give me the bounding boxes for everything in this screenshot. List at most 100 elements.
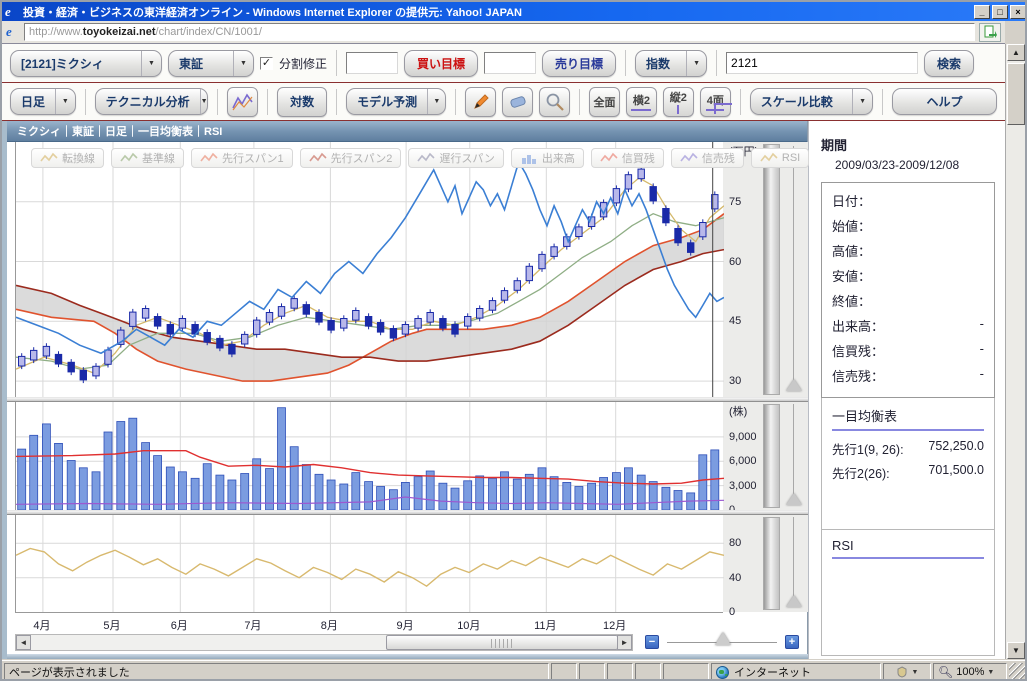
split-adjust-checkbox[interactable]: ✓ <box>260 57 273 70</box>
split-horizontal-button[interactable]: 横2 <box>626 87 657 117</box>
split-vertical-button[interactable]: 縦2 <box>663 87 694 117</box>
scroll-thumb[interactable] <box>386 635 618 650</box>
chevron-down-icon[interactable]: ▼ <box>912 669 919 676</box>
index-select[interactable]: 指数 ▼ <box>635 50 707 77</box>
axis-tick-label: 6,000 <box>729 455 757 467</box>
rsi-scale-scrollbar[interactable] <box>763 517 780 610</box>
ichimoku-row-value: 701,500.0 <box>928 463 984 487</box>
search-input[interactable] <box>726 52 918 74</box>
log-scale-button[interactable]: 対数 <box>277 87 327 117</box>
draw-pencil-button[interactable] <box>465 87 496 117</box>
title-bar: e 投資・経済・ビジネスの東洋経済オンライン - Windows Interne… <box>2 2 1027 21</box>
market-select[interactable]: 東証 ▼ <box>168 50 254 77</box>
toolbar-symbol: [2121]ミクシィ ▼ 東証 ▼ ✓ 分割修正 買い目標 売り目標 指数 ▼ … <box>2 44 1005 83</box>
eraser-button[interactable] <box>502 87 533 117</box>
sell-target-input[interactable] <box>484 52 536 74</box>
symbol-select-value: [2121]ミクシィ <box>11 51 141 76</box>
volume-scale-slider-track[interactable] <box>793 404 794 499</box>
rsi-scale-slider-track[interactable] <box>793 517 794 601</box>
rsi-chart-panel[interactable] <box>15 515 723 612</box>
chevron-down-icon[interactable]: ▼ <box>852 89 872 114</box>
technical-select[interactable]: テクニカル分析 ▼ <box>95 88 209 115</box>
zoom-slider-track[interactable] <box>667 642 777 643</box>
month-label: 10月 <box>452 617 486 633</box>
status-bar: ページが表示されました インターネット ▼ 🔍︎ 100% ▼ <box>2 660 1027 681</box>
kijun-line-icon <box>121 154 137 161</box>
panel-splitter[interactable] <box>7 397 808 402</box>
status-message: ページが表示されました <box>4 663 549 681</box>
legend-label: 先行スパン1 <box>222 150 284 166</box>
legend-senkou2-button[interactable]: 先行スパン2 <box>300 148 402 168</box>
scroll-track[interactable] <box>31 635 617 650</box>
chart-horizontal-scrollbar[interactable]: ◄ ► <box>15 634 633 651</box>
panel-splitter[interactable] <box>7 510 808 515</box>
legend-rsi-button[interactable]: RSI <box>751 148 809 168</box>
sell-target-button[interactable]: 売り目標 <box>542 50 616 77</box>
chevron-down-icon[interactable]: ▼ <box>141 51 161 76</box>
split-adjust-label: 分割修正 <box>279 55 327 72</box>
legend-margin-buy-button[interactable]: 信買残 <box>591 148 664 168</box>
price-chart-panel[interactable] <box>15 142 723 397</box>
price-scale-slider-handle[interactable] <box>786 379 802 391</box>
chevron-down-icon[interactable]: ▼ <box>233 51 253 76</box>
chevron-down-icon[interactable]: ▼ <box>686 51 706 76</box>
price-scale-slider-track[interactable] <box>793 146 794 386</box>
vertical-scroll-thumb[interactable] <box>1007 63 1025 125</box>
volume-scale-slider-handle[interactable] <box>786 493 802 505</box>
scroll-right-icon[interactable]: ► <box>617 635 632 650</box>
resize-grip[interactable] <box>1009 663 1027 681</box>
zoom-in-button[interactable]: + <box>785 635 799 649</box>
toolbar-divider <box>455 89 456 115</box>
go-button[interactable] <box>979 23 1001 42</box>
technical-select-value: テクニカル分析 <box>96 89 200 114</box>
line-chart-button[interactable] <box>227 87 258 117</box>
scroll-left-icon[interactable]: ◄ <box>16 635 31 650</box>
maximize-button[interactable]: □ <box>992 5 1008 19</box>
rsi-scale-slider-handle[interactable] <box>786 595 802 607</box>
axis-tick-label: 9,000 <box>729 431 757 443</box>
price-scale-scrollbar[interactable] <box>763 144 780 395</box>
zoom-level-pane[interactable]: 🔍︎ 100% ▼ <box>933 663 1007 681</box>
quad-layout-button[interactable]: 4面 <box>700 87 731 117</box>
zoom-tool-button[interactable] <box>539 87 570 117</box>
zoom-out-button[interactable]: − <box>645 635 659 649</box>
chevron-down-icon[interactable]: ▼ <box>427 89 445 114</box>
url-prefix: http://www. <box>29 26 83 38</box>
margin-buy-line-icon <box>601 154 617 161</box>
legend-kijun-button[interactable]: 基準線 <box>111 148 184 168</box>
volume-scale-scrollbar[interactable] <box>763 404 780 508</box>
scroll-down-icon[interactable]: ▼ <box>1007 642 1025 659</box>
url-field[interactable]: http://www.toyokeizai.net/chart/index/CN… <box>24 23 975 41</box>
scroll-up-icon[interactable]: ▲ <box>1007 44 1025 61</box>
month-label: 6月 <box>162 617 196 633</box>
model-forecast-select[interactable]: モデル予測 ▼ <box>346 88 446 115</box>
scale-compare-select[interactable]: スケール比較 ▼ <box>750 88 873 115</box>
period-select[interactable]: 日足 ▼ <box>10 88 76 115</box>
fullscreen-layout-button[interactable]: 全面 <box>589 87 620 117</box>
minimize-button[interactable]: _ <box>974 5 990 19</box>
legend-volume-button[interactable]: 出来高 <box>511 148 584 168</box>
close-button[interactable]: × <box>1010 5 1026 19</box>
buy-target-input[interactable] <box>346 52 398 74</box>
field-label: 信売残： <box>832 366 884 391</box>
legend-tenkan-button[interactable]: 転換線 <box>31 148 104 168</box>
legend-senkou1-button[interactable]: 先行スパン1 <box>191 148 293 168</box>
symbol-select[interactable]: [2121]ミクシィ ▼ <box>10 50 162 77</box>
help-button[interactable]: ヘルプ <box>892 88 997 115</box>
legend-margin-sell-button[interactable]: 信売残 <box>671 148 744 168</box>
zoom-slider-handle[interactable] <box>715 632 731 645</box>
page-vertical-scrollbar[interactable]: ▲ ▼ <box>1005 44 1025 659</box>
chevron-down-icon[interactable]: ▼ <box>987 669 994 676</box>
toolbar-divider <box>740 89 741 115</box>
v2-label: 縦2 <box>670 89 687 105</box>
ie-page-icon: e <box>6 25 20 39</box>
search-button[interactable]: 検索 <box>924 50 974 77</box>
legend-chikou-button[interactable]: 遅行スパン <box>408 148 504 168</box>
volume-chart-panel[interactable] <box>15 402 723 510</box>
buy-target-button[interactable]: 買い目標 <box>404 50 478 77</box>
ichimoku-section: 一目均衡表 先行1(9, 26):752,250.0 先行2(26):701,5… <box>821 398 995 530</box>
senkou1-line-icon <box>201 154 217 161</box>
protected-mode-pane[interactable]: ▼ <box>883 663 931 681</box>
chevron-down-icon[interactable]: ▼ <box>55 89 75 114</box>
chevron-down-icon[interactable]: ▼ <box>200 89 208 114</box>
